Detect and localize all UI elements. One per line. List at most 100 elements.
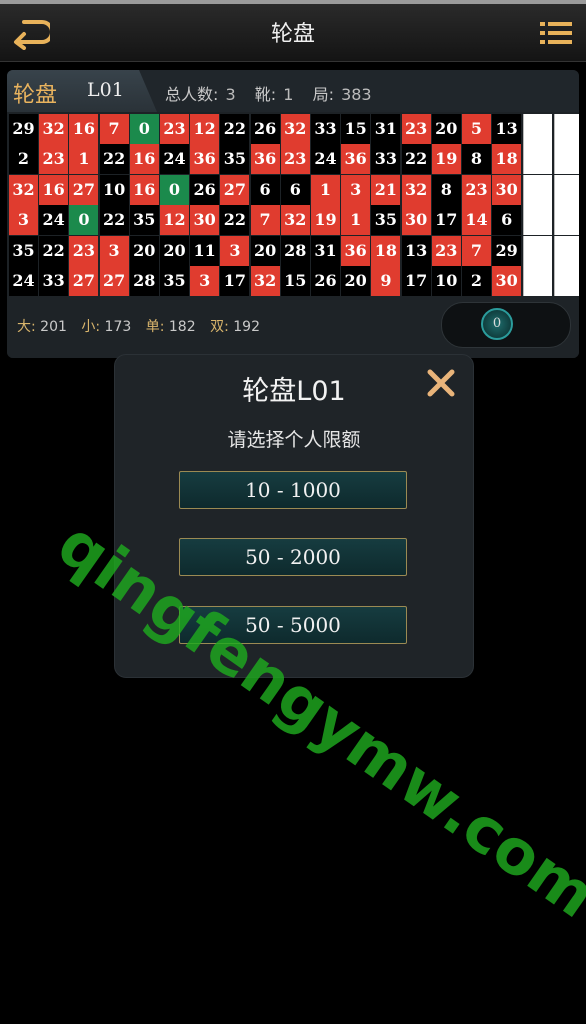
history-cell-empty xyxy=(523,144,553,175)
history-cell: 20 xyxy=(160,235,189,266)
history-cell: 6 xyxy=(250,174,280,205)
history-cell: 17 xyxy=(220,266,250,296)
big-label: 大: xyxy=(17,319,36,335)
history-cell: 16 xyxy=(129,144,159,175)
history-cell: 26 xyxy=(190,174,220,205)
history-cell: 20 xyxy=(341,266,371,296)
roulette-table-panel[interactable]: 轮盘 L01 总人数: 3 靴: 1 局: 383 29 32 16 7 0 23 12 22… xyxy=(7,70,579,358)
history-cell-empty xyxy=(553,174,579,205)
history-cell-empty xyxy=(523,205,553,236)
history-cell: 11 xyxy=(190,235,220,266)
history-cell: 27 xyxy=(220,174,250,205)
history-cell: 23 xyxy=(431,235,461,266)
shoe-label: 靴: xyxy=(254,85,277,104)
history-cell: 32 xyxy=(280,114,310,144)
history-cell: 31 xyxy=(371,114,401,144)
history-cell: 13 xyxy=(401,235,431,266)
history-cell: 35 xyxy=(129,205,159,236)
history-cell: 8 xyxy=(462,144,491,175)
history-cell: 33 xyxy=(371,144,401,175)
history-cell: 15 xyxy=(341,114,371,144)
table-name: 轮盘 xyxy=(13,83,58,108)
history-cell: 23 xyxy=(462,174,491,205)
history-cell: 35 xyxy=(9,235,38,266)
history-cell: 2 xyxy=(9,144,38,175)
history-cell: 36 xyxy=(341,144,371,175)
history-cell: 33 xyxy=(311,114,340,144)
history-cell: 33 xyxy=(39,266,69,296)
dialog-subtitle: 请选择个人限额 xyxy=(227,429,361,451)
list-menu-icon xyxy=(540,22,572,44)
history-cell: 24 xyxy=(9,266,38,296)
odd-value: 182 xyxy=(168,319,196,335)
history-cell: 3 xyxy=(9,205,38,236)
small-value: 173 xyxy=(104,319,132,335)
history-cell: 36 xyxy=(250,144,280,175)
history-cell: 20 xyxy=(431,114,461,144)
history-cell: 0 xyxy=(129,114,159,144)
history-cell: 30 xyxy=(190,205,220,236)
history-cell: 17 xyxy=(401,266,431,296)
history-cell: 0 xyxy=(160,174,189,205)
history-cell: 24 xyxy=(39,205,69,236)
history-cell: 23 xyxy=(401,114,431,144)
players-value: 3 xyxy=(225,85,236,104)
history-cell-empty xyxy=(523,114,553,144)
limit-option-button[interactable]: 50 - 2000 xyxy=(179,538,407,576)
history-cell: 32 xyxy=(39,114,69,144)
bet-statistics: 大: 201 小: 173 单: 182 双: 192 xyxy=(17,316,270,336)
limit-option-button[interactable]: 10 - 1000 xyxy=(179,471,407,509)
limit-option-button[interactable]: 50 - 5000 xyxy=(179,606,407,644)
history-cell: 1 xyxy=(311,174,340,205)
history-cell-empty xyxy=(523,266,553,296)
history-cell: 13 xyxy=(492,114,522,144)
history-cell-empty xyxy=(553,144,579,175)
history-cell: 32 xyxy=(401,174,431,205)
history-cell-empty xyxy=(553,205,579,236)
history-cell: 24 xyxy=(160,144,189,175)
history-cell: 35 xyxy=(371,205,401,236)
history-cell-empty xyxy=(523,235,553,266)
limit-select-dialog: 轮盘L01 请选择个人限额 10 - 1000 50 - 2000 50 - 5… xyxy=(114,354,474,678)
history-cell: 28 xyxy=(129,266,159,296)
history-cell: 1 xyxy=(69,144,99,175)
history-cell: 6 xyxy=(280,174,310,205)
even-label: 双: xyxy=(210,319,229,335)
panel-header: 轮盘 L01 总人数: 3 靴: 1 局: 383 xyxy=(7,70,579,112)
history-cell: 5 xyxy=(462,114,491,144)
close-button[interactable] xyxy=(423,365,459,401)
menu-button[interactable] xyxy=(536,16,578,50)
history-cell: 36 xyxy=(190,144,220,175)
history-cell-empty xyxy=(523,174,553,205)
history-cell: 22 xyxy=(99,205,129,236)
history-cell: 1 xyxy=(341,205,371,236)
history-cell: 32 xyxy=(250,266,280,296)
history-cell: 0 xyxy=(69,205,99,236)
history-cell: 26 xyxy=(311,266,340,296)
top-bar: 轮盘 xyxy=(0,0,586,62)
history-cell: 23 xyxy=(39,144,69,175)
page-title: 轮盘 xyxy=(270,22,315,47)
history-cell: 32 xyxy=(280,205,310,236)
history-cell: 23 xyxy=(280,144,310,175)
history-cell-empty xyxy=(553,266,579,296)
history-cell: 19 xyxy=(311,205,340,236)
history-cell: 24 xyxy=(311,144,340,175)
history-cell: 32 xyxy=(9,174,38,205)
history-cell: 16 xyxy=(39,174,69,205)
history-cell: 10 xyxy=(99,174,129,205)
history-cell: 22 xyxy=(220,114,250,144)
shoe-value: 1 xyxy=(283,85,294,104)
even-value: 192 xyxy=(233,319,260,335)
history-cell: 22 xyxy=(39,235,69,266)
history-cell: 12 xyxy=(160,205,189,236)
history-cell: 7 xyxy=(462,235,491,266)
history-cell: 22 xyxy=(99,144,129,175)
round-value: 383 xyxy=(341,85,372,104)
history-cell: 23 xyxy=(160,114,189,144)
close-x-icon xyxy=(427,369,455,397)
history-cell: 20 xyxy=(250,235,280,266)
history-cell: 29 xyxy=(492,235,522,266)
history-cell: 35 xyxy=(220,144,250,175)
table-code: L01 xyxy=(87,79,124,101)
